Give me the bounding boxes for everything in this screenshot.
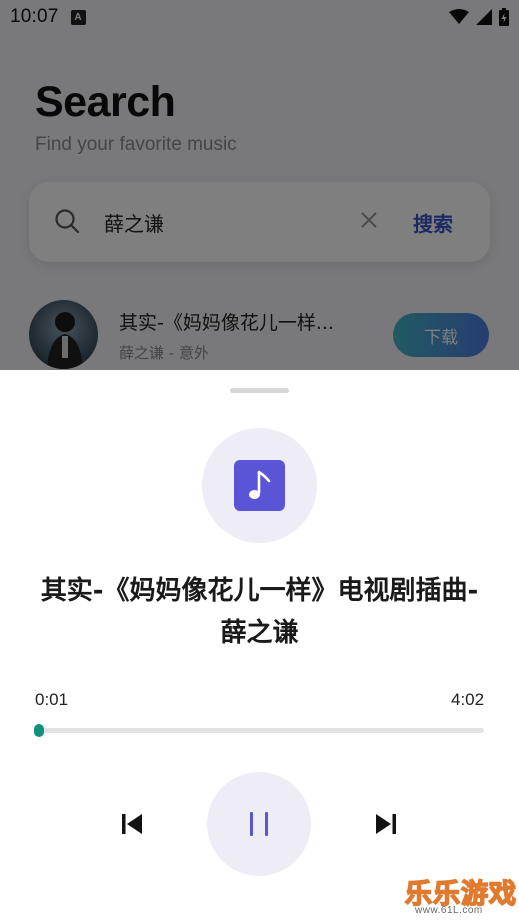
player-sheet: 其实-《妈妈像花儿一样》电视剧插曲-薛之谦 0:01 4:02 <box>0 370 519 922</box>
current-time: 0:01 <box>35 690 69 709</box>
progress-slider[interactable] <box>33 724 484 737</box>
pause-button[interactable] <box>207 772 311 876</box>
album-art <box>202 428 317 543</box>
song-title: 其实-《妈妈像花儿一样》电视剧插曲-薛之谦 <box>40 576 479 648</box>
drag-handle[interactable] <box>230 388 289 393</box>
previous-icon[interactable] <box>118 810 146 838</box>
watermark-logo: 乐乐游戏 www.61L.com <box>404 872 517 918</box>
watermark-url: www.61L.com <box>415 905 483 916</box>
total-time: 4:02 <box>451 690 485 709</box>
pause-icon <box>250 812 268 836</box>
progress-thumb[interactable] <box>33 724 44 737</box>
music-note-icon <box>234 460 285 511</box>
next-icon[interactable] <box>372 810 400 838</box>
